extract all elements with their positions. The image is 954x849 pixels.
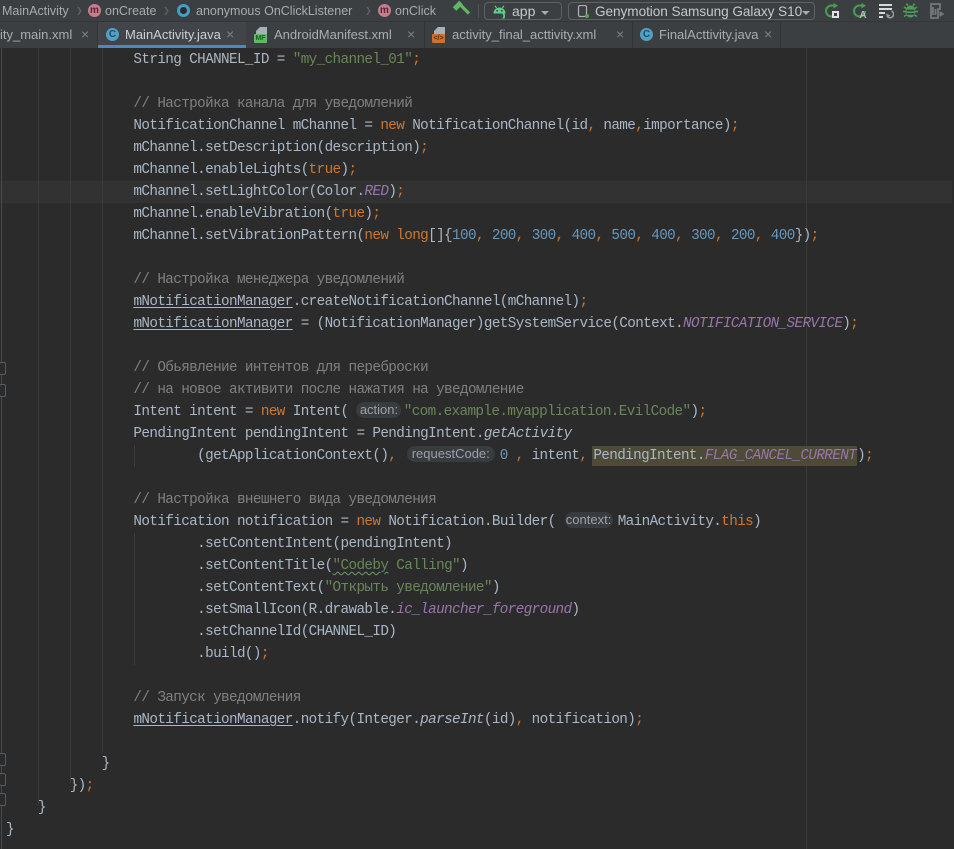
svg-text:A: A	[859, 10, 866, 19]
